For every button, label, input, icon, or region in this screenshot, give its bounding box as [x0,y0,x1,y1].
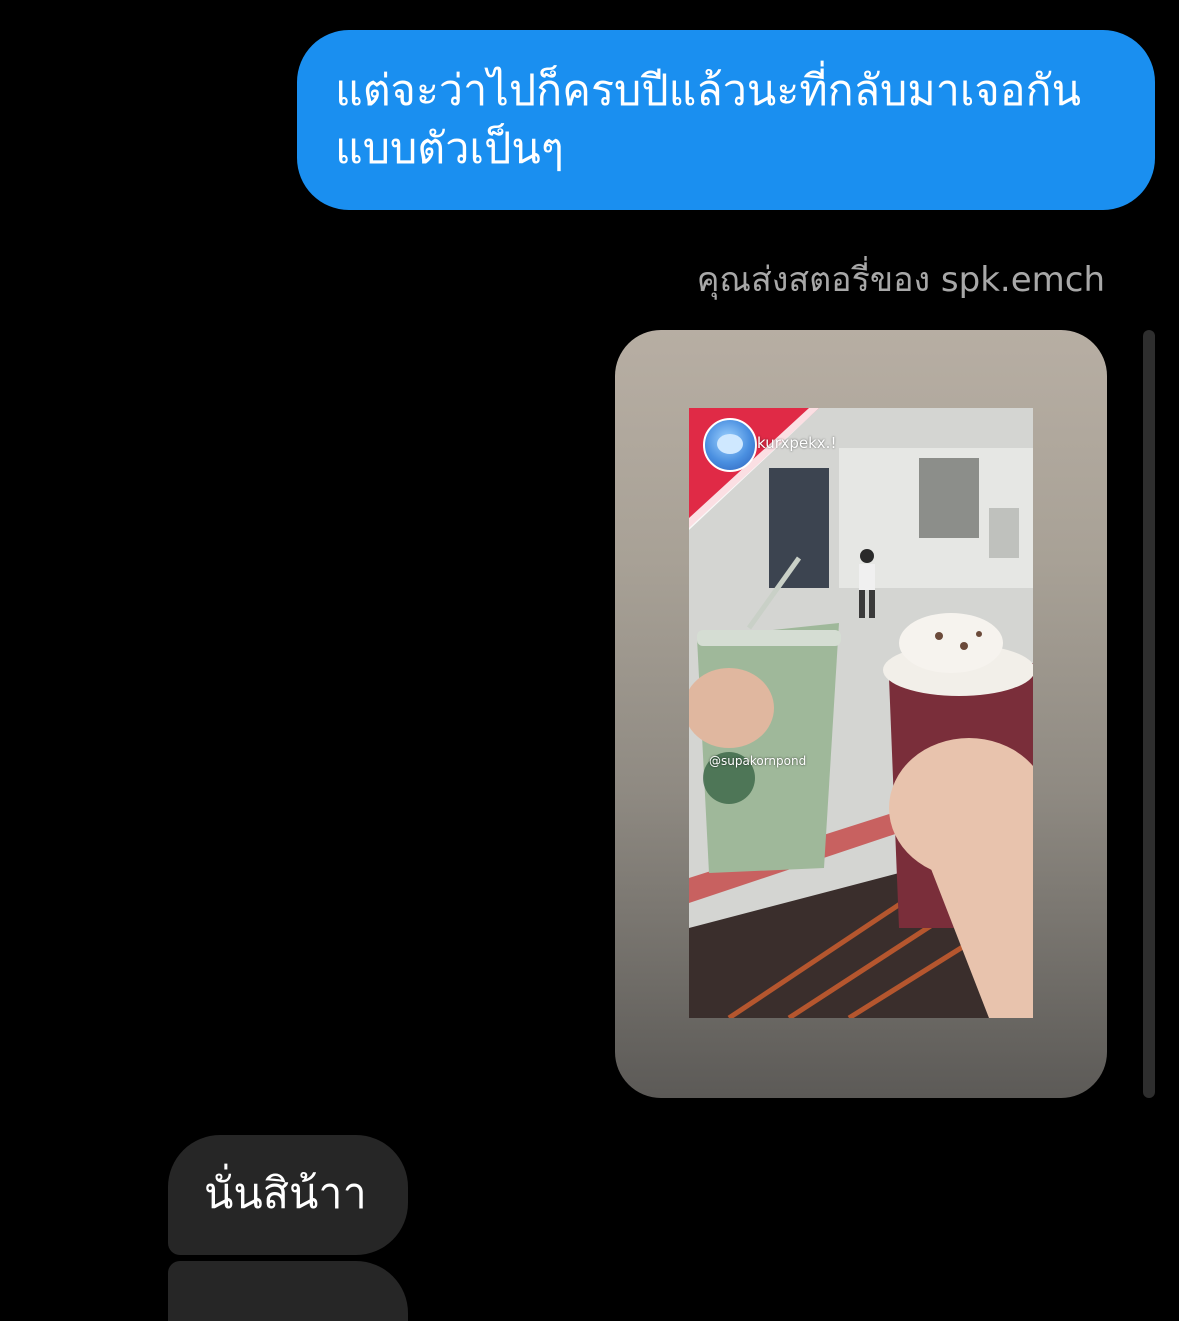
story-author-avatar [703,418,757,472]
scrollbar[interactable] [1143,330,1155,1098]
storefront [769,468,829,588]
avatar-face [717,434,743,454]
person-leg [859,590,865,618]
whipped-cream [899,613,1003,673]
counter [989,508,1019,558]
topping [960,642,968,650]
person-body [859,564,875,590]
story-photo: kurxpekx.! @supakornpond [689,408,1033,1018]
outgoing-message-bubble[interactable]: แต่จะว่าไปก็ครบปีแล้วนะที่กลับมาเจอกัน แ… [297,30,1155,210]
topping [976,631,982,637]
person-leg [869,590,875,618]
person-head [860,549,874,563]
story-reply-caption: คุณส่งสตอรี่ของ spk.emch [696,260,1105,300]
topping [935,632,943,640]
story-overlay-mention: @supakornpond [709,754,807,768]
green-drink-cup [697,623,839,873]
incoming-message-bubble-partial[interactable] [168,1261,408,1321]
green-drink-lid [697,630,841,646]
incoming-message-bubble[interactable]: นั่นสิน้าา [168,1135,408,1255]
story-photo-illustration [689,408,1033,1018]
shared-story-card[interactable]: kurxpekx.! @supakornpond [615,330,1107,1098]
pillar [919,458,979,538]
story-overlay-username: kurxpekx.! [757,434,837,452]
